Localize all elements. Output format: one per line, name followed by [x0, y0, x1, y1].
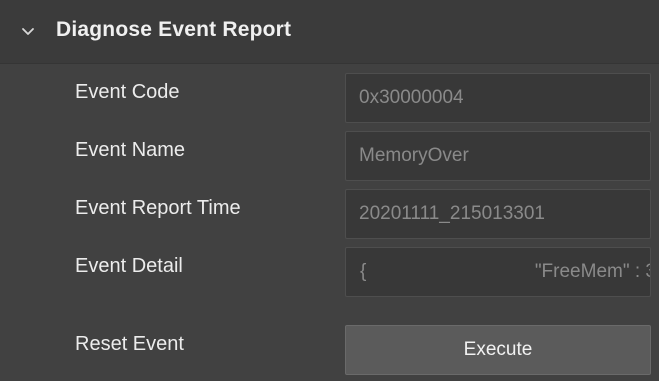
event-report-time-label: Event Report Time — [75, 197, 241, 219]
event-detail-text: "FreeMem" : 3 — [534, 261, 651, 282]
event-name-field[interactable]: MemoryOver — [345, 131, 651, 181]
row-event-name: Event Name MemoryOver — [0, 126, 659, 184]
chevron-down-icon[interactable] — [20, 24, 36, 40]
row-event-detail: Event Detail { "FreeMem" : 3 — [0, 242, 659, 300]
reset-event-label: Reset Event — [75, 333, 184, 355]
group-title: Diagnose Event Report — [56, 18, 292, 41]
event-report-time-field[interactable]: 20201111_215013301 — [345, 189, 651, 239]
event-code-label: Event Code — [75, 81, 180, 103]
event-code-field[interactable]: 0x30000004 — [345, 73, 651, 123]
diagnose-event-report-group-header[interactable]: Diagnose Event Report — [0, 0, 659, 64]
event-detail-field[interactable]: { "FreeMem" : 3 — [345, 247, 651, 297]
event-detail-label: Event Detail — [75, 255, 183, 277]
row-reset-event: Reset Event Execute — [0, 320, 659, 378]
row-event-code: Event Code 0x30000004 — [0, 68, 659, 126]
event-name-label: Event Name — [75, 139, 186, 161]
property-panel: Diagnose Event Report Event Code 0x30000… — [0, 0, 659, 381]
execute-button[interactable]: Execute — [345, 325, 651, 375]
row-event-report-time: Event Report Time 20201111_215013301 — [0, 184, 659, 242]
event-detail-brace: { — [360, 261, 367, 282]
